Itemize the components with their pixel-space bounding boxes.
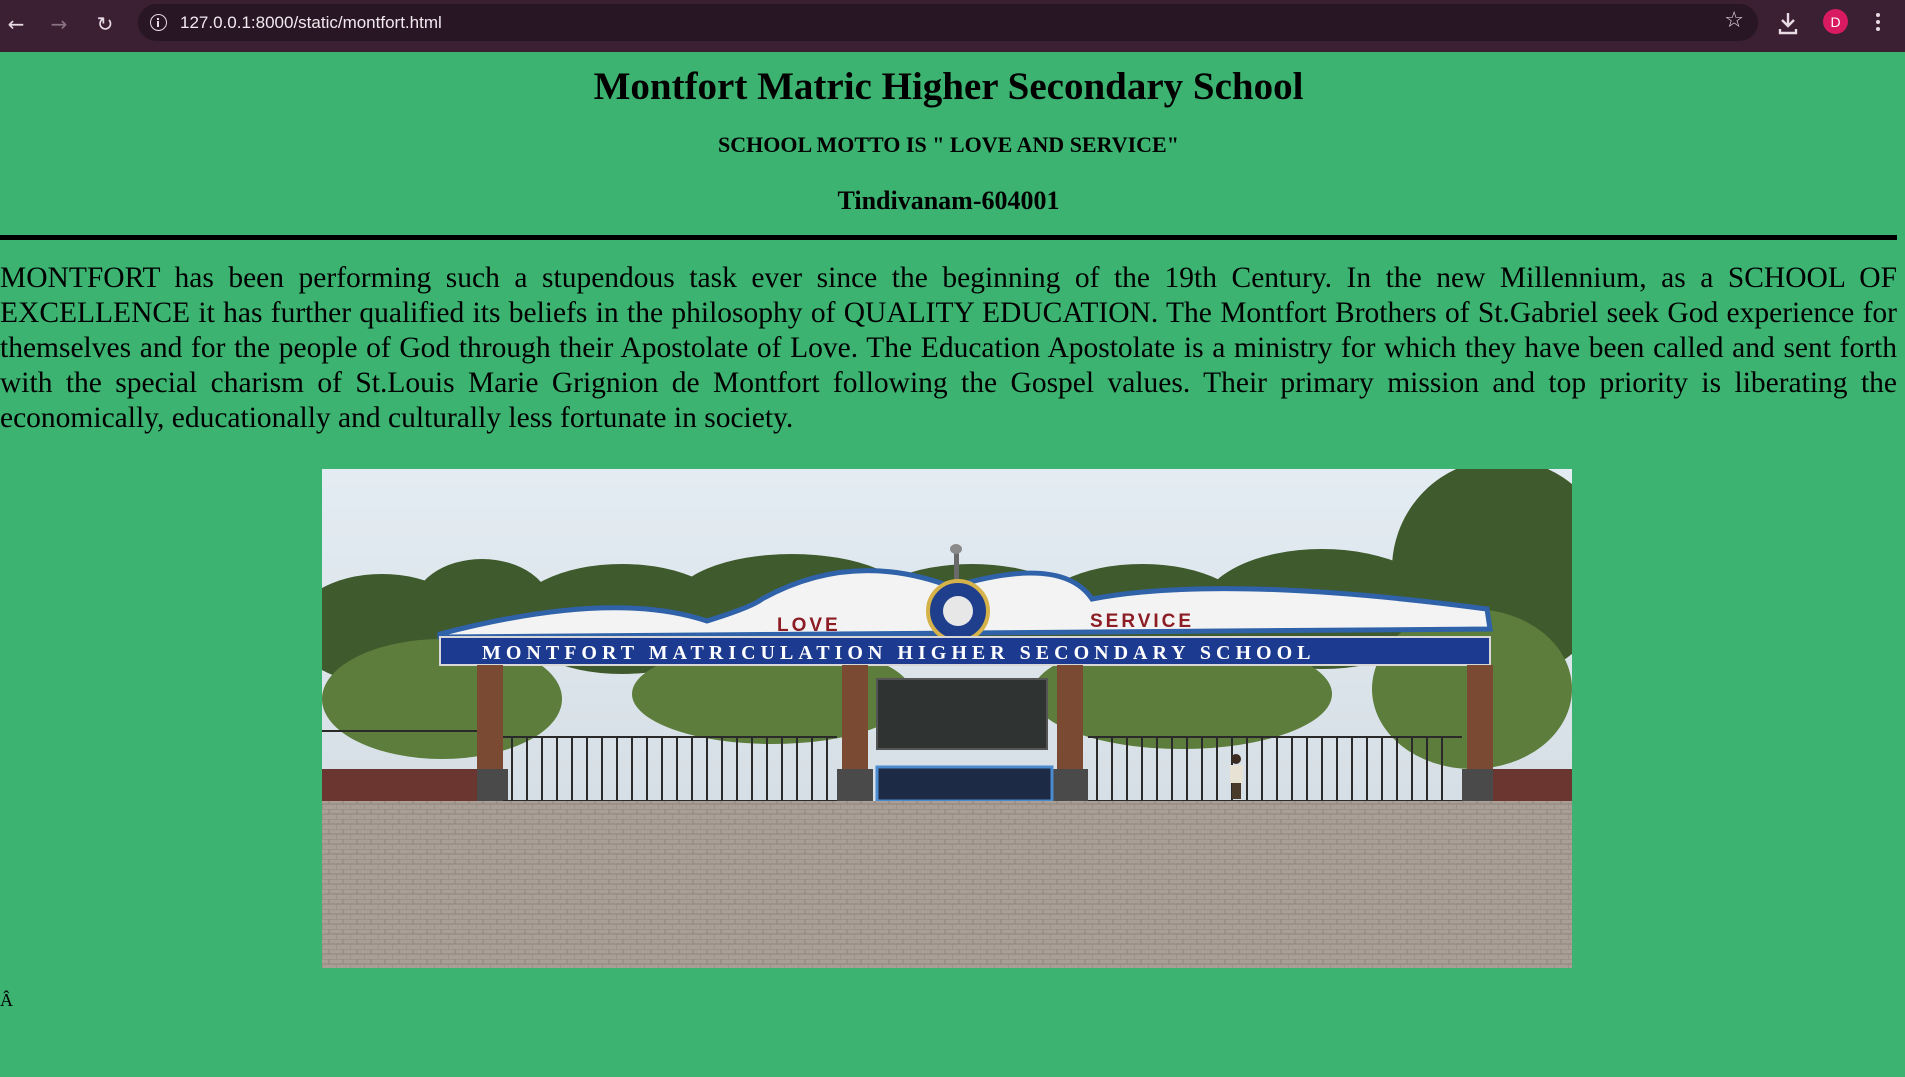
profile-avatar[interactable]: D [1823, 9, 1848, 34]
site-info-icon[interactable] [150, 14, 167, 31]
browser-toolbar: ← → ↻ 127.0.0.1:8000/static/montfort.htm… [0, 0, 1905, 52]
bookmark-star-icon[interactable]: ☆ [1724, 8, 1744, 33]
address-bar[interactable]: 127.0.0.1:8000/static/montfort.html ☆ [138, 4, 1758, 41]
arch-love-text: LOVE [777, 615, 841, 636]
forward-icon[interactable]: → [45, 10, 73, 38]
divider [0, 235, 1897, 240]
url-text[interactable]: 127.0.0.1:8000/static/montfort.html [180, 13, 442, 33]
arch-banner-text: MONTFORT MATRICULATION HIGHER SECONDARY … [482, 642, 1315, 664]
school-description: MONTFORT has been performing such a stup… [0, 262, 1897, 434]
back-icon[interactable]: ← [2, 10, 30, 38]
menu-kebab-icon[interactable] [1868, 10, 1888, 34]
arch-service-text: SERVICE [1090, 611, 1194, 632]
download-icon[interactable] [1775, 8, 1801, 38]
reload-icon[interactable]: ↻ [91, 10, 119, 38]
stray-character: Â [0, 990, 13, 1010]
page-content: Montfort Matric Higher Secondary School … [0, 52, 1897, 436]
page-title: Montfort Matric Higher Secondary School [593, 65, 1304, 108]
school-motto: SCHOOL MOTTO IS " LOVE AND SERVICE" [718, 132, 1179, 157]
school-gate-photo: LOVE SERVICE MONTFORT MATRICULATION HIGH… [322, 469, 1572, 968]
school-location: Tindivanam-604001 [837, 186, 1060, 215]
